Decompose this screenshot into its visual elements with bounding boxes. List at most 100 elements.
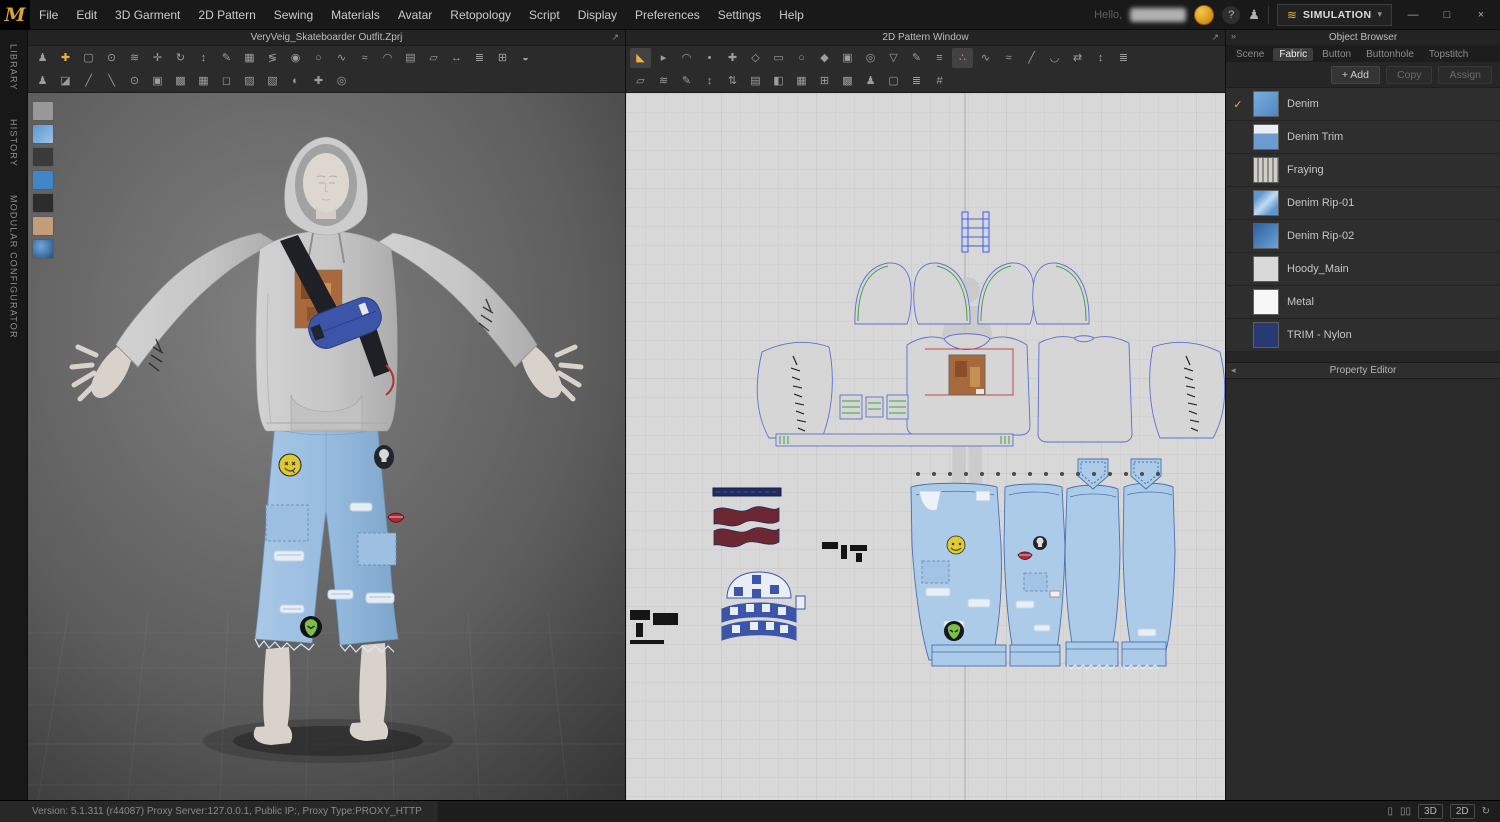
sewing-icon[interactable]: ≋ — [124, 48, 145, 68]
pattern-jeans-back-right[interactable] — [1123, 483, 1175, 655]
pattern-jeans-front-left[interactable] — [911, 483, 1001, 660]
2d-pattern-canvas[interactable] — [626, 93, 1225, 800]
show-shoes-toggle[interactable] — [32, 170, 54, 190]
transparency-icon[interactable]: ◻ — [216, 71, 237, 91]
close-button[interactable]: × — [1468, 5, 1494, 25]
show-annotation-icon[interactable]: ✎ — [676, 71, 697, 91]
edit-curvature-icon[interactable]: ◠ — [676, 48, 697, 68]
show-grainline-icon[interactable]: ↕ — [699, 71, 720, 91]
edit-pattern-icon[interactable]: ▸ — [653, 48, 674, 68]
internal-polygon-icon[interactable]: ◆ — [814, 48, 835, 68]
buttonhole-icon[interactable]: ○ — [308, 48, 329, 68]
add-point-icon[interactable]: ✚ — [722, 48, 743, 68]
fabric-row-denim-rip-01[interactable]: ✓ Denim Rip-01 — [1226, 187, 1500, 220]
scale-icon[interactable]: ↕ — [193, 48, 214, 68]
fabric-row-fraying[interactable]: ✓ Fraying — [1226, 154, 1500, 187]
menu-item[interactable]: Retopology — [441, 0, 520, 30]
select-move-icon[interactable]: ✚ — [55, 48, 76, 68]
polygon-icon[interactable]: ◇ — [745, 48, 766, 68]
free-sewing-icon[interactable]: ∿ — [975, 48, 996, 68]
pane-single-icon[interactable]: ▯ — [1387, 806, 1393, 817]
menu-item[interactable]: 2D Pattern — [189, 0, 264, 30]
show-hair-toggle[interactable] — [32, 147, 54, 167]
show-avatar-icon[interactable]: ♟ — [32, 71, 53, 91]
pattern-sleeve-right[interactable] — [1150, 342, 1225, 438]
texture-2d-icon[interactable]: ▦ — [791, 71, 812, 91]
pattern-jeans-back-left[interactable] — [1065, 485, 1120, 657]
add-button[interactable]: + Add — [1331, 66, 1380, 84]
measure-2d-icon[interactable]: ≣ — [1113, 48, 1134, 68]
surface-texture-icon[interactable]: ▣ — [147, 71, 168, 91]
reset-camera-icon[interactable]: ◎ — [331, 71, 352, 91]
3d-viewport-canvas[interactable] — [28, 93, 625, 800]
flip-icon[interactable]: ⇄ — [1067, 48, 1088, 68]
show-garment-icon[interactable]: ◪ — [55, 71, 76, 91]
collapse-panel-icon[interactable]: » — [1231, 31, 1236, 41]
rail-tab-history[interactable]: HISTORY — [9, 119, 19, 167]
rail-tab-modular-configurator[interactable]: MODULAR CONFIGURATOR — [9, 195, 19, 339]
show-silhouette-icon[interactable]: ♟ — [860, 71, 881, 91]
menu-item[interactable]: Sewing — [265, 0, 322, 30]
colorway-icon[interactable]: ◧ — [768, 71, 789, 91]
menu-item[interactable]: Display — [569, 0, 626, 30]
shirring-icon[interactable]: ≈ — [354, 48, 375, 68]
edit-texture-icon[interactable]: ▦ — [239, 48, 260, 68]
collapse-property-icon[interactable]: ◂ — [1231, 365, 1236, 376]
trace-icon[interactable]: ✎ — [906, 48, 927, 68]
snap-grid-icon[interactable]: ▩ — [837, 71, 858, 91]
pressure-map-icon[interactable]: ◐ — [285, 71, 306, 91]
zipper-icon[interactable]: ≶ — [262, 48, 283, 68]
pleats-icon[interactable]: ▤ — [400, 48, 421, 68]
back-line-icon[interactable]: ╲ — [101, 71, 122, 91]
stress-map-icon[interactable]: ▨ — [239, 71, 260, 91]
select-box-icon[interactable]: ▢ — [78, 48, 99, 68]
menu-item[interactable]: 3D Garment — [106, 0, 189, 30]
edit-sewing-icon[interactable]: ╱ — [1021, 48, 1042, 68]
simulation-dropdown[interactable]: ≋ SIMULATION ▾ — [1277, 4, 1392, 26]
segment-sewing-icon[interactable]: ≈ — [998, 48, 1019, 68]
rotate-icon[interactable]: ↻ — [170, 48, 191, 68]
fit-view-icon[interactable]: ▢ — [883, 71, 904, 91]
fold-icon[interactable]: ◡ — [1044, 48, 1065, 68]
pattern-bodice-back[interactable] — [1038, 336, 1132, 442]
internal-circle-icon[interactable]: ◎ — [860, 48, 881, 68]
topstitch-icon[interactable]: ∿ — [331, 48, 352, 68]
help-icon[interactable]: ? — [1222, 6, 1240, 24]
menu-item[interactable]: File — [30, 0, 67, 30]
detach-window-icon[interactable]: ↗ — [1211, 32, 1219, 43]
show-seamlines-icon[interactable]: ≋ — [653, 71, 674, 91]
menu-item[interactable]: Avatar — [389, 0, 441, 30]
pattern-webbing-strap[interactable] — [713, 488, 781, 496]
tab-fabric[interactable]: Fabric — [1273, 48, 1313, 61]
property-editor-header[interactable]: ◂ Property Editor — [1226, 362, 1500, 379]
grainline-icon[interactable]: ↕ — [1090, 48, 1111, 68]
pattern-cuffs[interactable] — [840, 395, 908, 419]
flatten-icon[interactable]: ▱ — [423, 48, 444, 68]
tab-topstitch[interactable]: Topstitch — [1423, 48, 1474, 61]
toggle-2d[interactable]: 2D — [1450, 804, 1475, 819]
fabric-row-metal[interactable]: ✓ Metal — [1226, 286, 1500, 319]
tab-button[interactable]: Button — [1316, 48, 1357, 61]
rectangle-icon[interactable]: ▭ — [768, 48, 789, 68]
rail-tab-library[interactable]: LIBRARY — [9, 44, 19, 91]
fabric-row-denim[interactable]: ✓ Denim — [1226, 88, 1500, 121]
show-grid-icon[interactable]: ⊞ — [814, 71, 835, 91]
internal-rectangle-icon[interactable]: ▣ — [837, 48, 858, 68]
fabric-row-hoody-main[interactable]: ✓ Hoody_Main — [1226, 253, 1500, 286]
copy-button[interactable]: Copy — [1386, 66, 1433, 84]
pattern-sleeve-left[interactable] — [757, 342, 832, 438]
pattern-bodice-front[interactable] — [907, 334, 1030, 435]
invite-user-icon[interactable]: ♟ — [1248, 7, 1260, 23]
tack-icon[interactable]: ∴ — [952, 48, 973, 68]
pin-icon[interactable]: ⊙ — [101, 48, 122, 68]
pattern-waistband[interactable] — [776, 434, 1013, 446]
tab-buttonhole[interactable]: Buttonhole — [1360, 48, 1420, 61]
front-line-icon[interactable]: ╱ — [78, 71, 99, 91]
avatar-skin-toggle[interactable] — [32, 216, 54, 236]
pattern-outline-icon[interactable]: ▱ — [630, 71, 651, 91]
tab-scene[interactable]: Scene — [1230, 48, 1270, 61]
detach-window-icon[interactable]: ↗ — [611, 32, 619, 43]
mesh-view-icon[interactable]: ▦ — [193, 71, 214, 91]
world-gizmo-icon[interactable]: ✚ — [308, 71, 329, 91]
pattern-waistbands-bottom[interactable] — [932, 642, 1166, 669]
